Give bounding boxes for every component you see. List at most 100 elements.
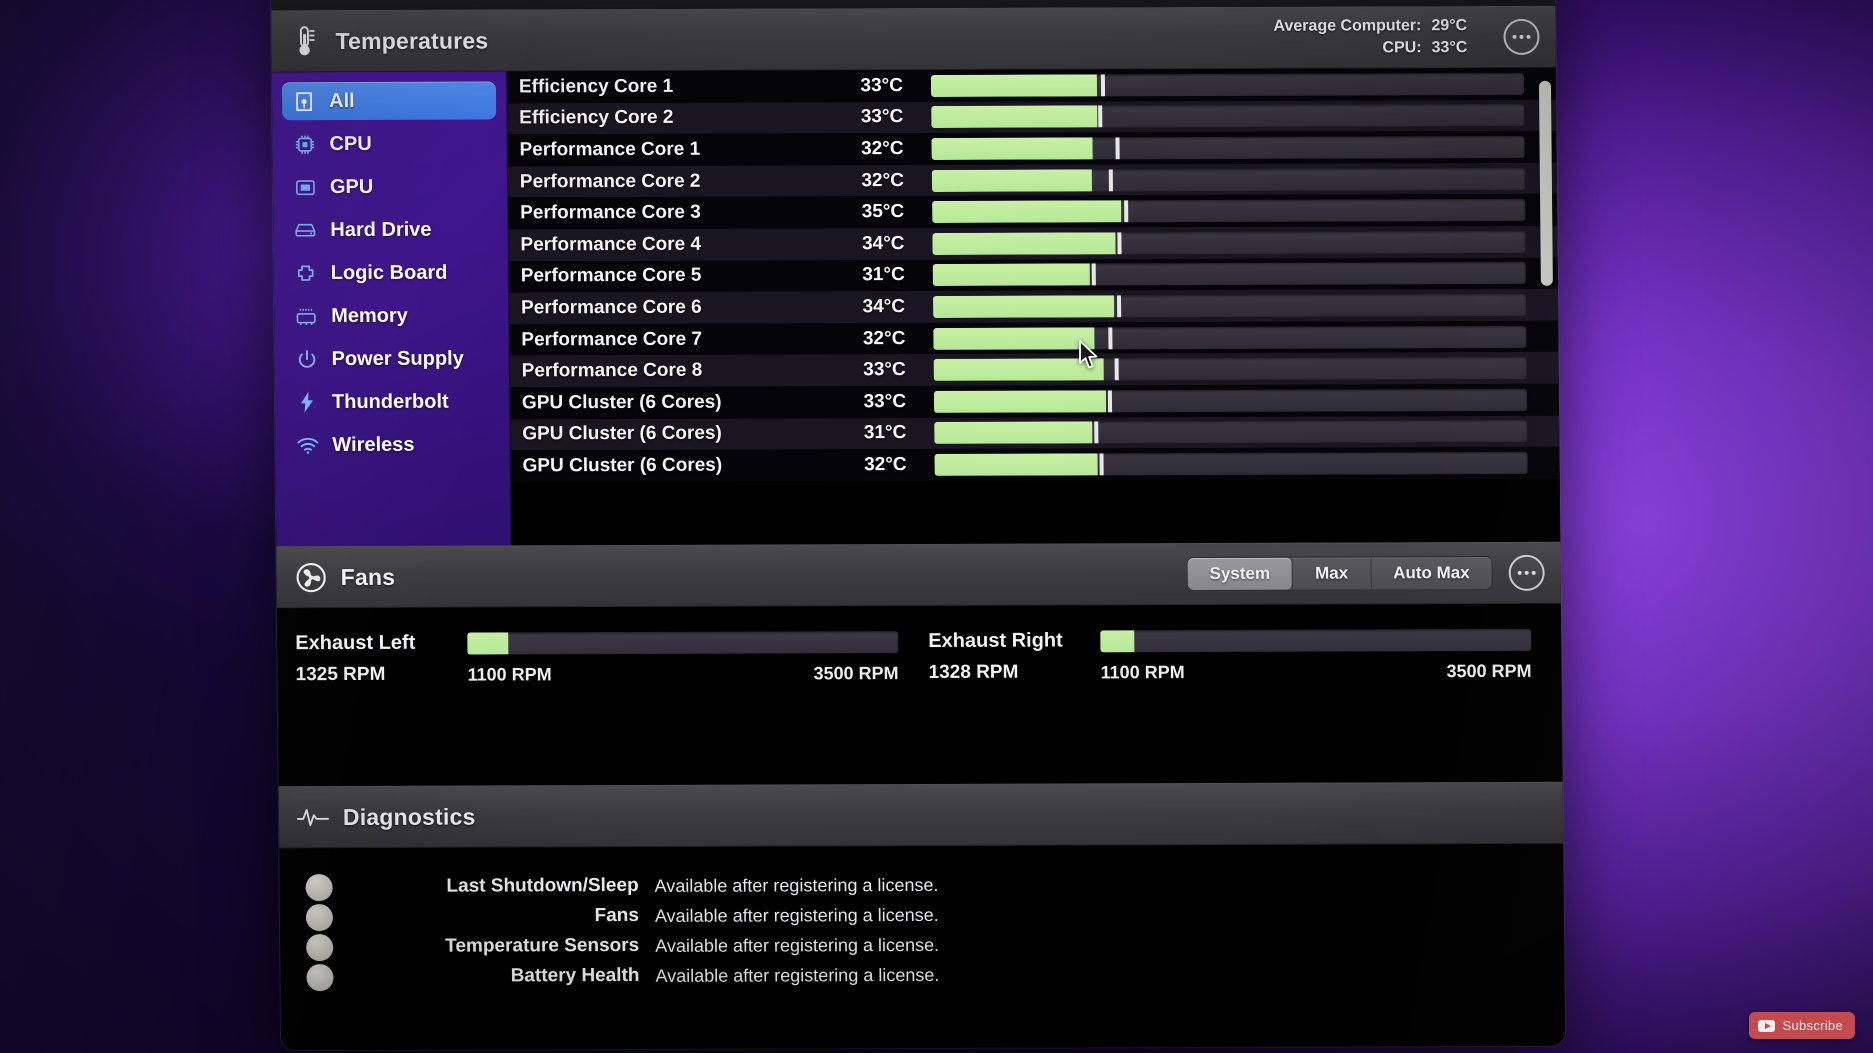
sensor-name: Performance Core 8	[521, 359, 703, 382]
sensor-bar-peak-tick	[1123, 200, 1128, 223]
sensor-temperature-bar	[934, 451, 1528, 476]
diagnostics-row: Temperature Sensors Available after regis…	[298, 928, 1544, 962]
fan-name: Exhaust Right	[928, 629, 1063, 652]
status-indicator-icon	[305, 873, 333, 901]
sensor-bar-fill	[932, 232, 1116, 255]
temperatures-more-options-button[interactable]	[1503, 18, 1540, 55]
sensor-row[interactable]: Performance Core 5 31°C	[508, 257, 1558, 293]
sidebar-item-thunderbolt[interactable]: Thunderbolt	[285, 382, 499, 421]
dot-icon	[1526, 34, 1531, 39]
sensor-temperature-value: 31°C	[863, 422, 907, 444]
average-computer-label: Average Computer:	[1273, 17, 1422, 36]
sensor-name: Performance Core 7	[521, 328, 703, 350]
sensor-row[interactable]: GPU Cluster (6 Cores) 31°C	[510, 415, 1560, 451]
sensor-bar-fill	[933, 390, 1107, 413]
fan-speed-bar[interactable]	[1100, 628, 1532, 652]
sensor-temperature-bar	[934, 420, 1528, 445]
sensor-bar-fill	[932, 295, 1115, 318]
sensor-temperature-value: 33°C	[860, 74, 904, 97]
fan-icon	[294, 560, 326, 594]
fan-mode-system[interactable]: System	[1187, 557, 1293, 591]
sensor-list[interactable]: Efficiency Core 1 33°C Efficiency Core 2 33…	[506, 67, 1561, 546]
sidebar-item-memory[interactable]: Memory	[284, 296, 498, 335]
sensor-row[interactable]: Performance Core 4 34°C	[508, 225, 1558, 261]
fan-speed-bar[interactable]	[467, 630, 899, 655]
sidebar-item-label: Wireless	[332, 433, 415, 456]
sensor-name: GPU Cluster (6 Cores)	[521, 391, 722, 414]
sidebar-item-all[interactable]: All	[281, 81, 497, 121]
gpu-chip-icon	[293, 175, 317, 199]
scrollbar-thumb[interactable]	[1538, 81, 1553, 287]
sidebar-item-power-supply[interactable]: Power Supply	[284, 339, 498, 378]
fan-block: Exhaust Right 1328 RPM 1100 RPM 3500 RPM	[928, 628, 1532, 784]
sensor-temperature-value: 34°C	[862, 296, 906, 318]
fan-block: Exhaust Left 1325 RPM 1100 RPM 3500 RPM	[295, 630, 899, 786]
sensor-row[interactable]: Efficiency Core 1 33°C	[506, 67, 1557, 104]
fans-header: Fans System Max Auto Max	[276, 541, 1561, 609]
sensor-row[interactable]: GPU Cluster (6 Cores) 32°C	[510, 446, 1560, 483]
sensor-row[interactable]: Performance Core 1 32°C	[507, 130, 1557, 167]
diagnostics-label: Battery Health	[510, 964, 640, 987]
sensor-row[interactable]: Performance Core 3 35°C	[508, 194, 1558, 230]
sensor-temperature-bar	[932, 293, 1527, 318]
sensor-row[interactable]: GPU Cluster (6 Cores) 33°C	[509, 383, 1560, 419]
sensor-row[interactable]: Performance Core 2 32°C	[507, 162, 1558, 198]
subscribe-overlay[interactable]: Subscribe	[1749, 1012, 1855, 1039]
sidebar-item-wireless[interactable]: Wireless	[285, 425, 499, 464]
average-computer-value: 29°C	[1431, 17, 1468, 35]
sensor-row[interactable]: Performance Core 6 34°C	[508, 288, 1559, 325]
sidebar-item-label: All	[328, 89, 355, 112]
sensor-bar-peak-tick	[1115, 358, 1120, 381]
sidebar-item-label: CPU	[329, 132, 372, 155]
sidebar-item-label: Memory	[331, 304, 408, 327]
sidebar-item-label: Hard Drive	[330, 218, 432, 241]
sensor-bar-peak-tick	[1108, 326, 1113, 349]
diagnostics-label: Last Shutdown/Sleep	[446, 874, 639, 897]
category-sidebar: All CPU GPU Hard Drive Logic Board Memory Powe…	[271, 71, 512, 547]
fan-bottom-row: 1328 RPM 1100 RPM 3500 RPM	[928, 660, 1531, 684]
sensor-name: Efficiency Core 2	[519, 107, 674, 129]
sensor-row[interactable]: Performance Core 8 33°C	[509, 352, 1559, 388]
sidebar-item-logic-board[interactable]: Logic Board	[284, 253, 498, 292]
sidebar-item-gpu[interactable]: GPU	[283, 167, 497, 206]
diagnostics-title: Diagnostics	[342, 803, 476, 830]
sensor-temperature-bar	[932, 199, 1526, 224]
sensor-bar-peak-tick	[1108, 390, 1113, 413]
diagnostics-header: Diagnostics	[278, 781, 1564, 849]
sensor-bar-peak-tick	[1098, 105, 1103, 128]
sensor-temperature-bar	[931, 104, 1525, 129]
sensor-bar-peak-tick	[1116, 295, 1122, 318]
fan-mode-max[interactable]: Max	[1291, 557, 1371, 590]
diagnostics-status: Available after registering a license.	[655, 934, 940, 956]
youtube-play-icon	[1758, 1019, 1776, 1032]
fan-min-rpm: 1100 RPM	[1100, 661, 1185, 682]
sensor-row[interactable]: Performance Core 7 32°C	[509, 320, 1559, 356]
fan-bar-fill	[1100, 629, 1135, 652]
sidebar-item-hard-drive[interactable]: Hard Drive	[283, 210, 497, 249]
sensor-temperature-value: 32°C	[864, 453, 907, 476]
cpu-temp-label: CPU:	[1382, 39, 1422, 57]
all-sensors-icon	[292, 89, 316, 113]
sensor-temperature-value: 33°C	[860, 106, 904, 128]
fan-top-row: Exhaust Right	[928, 628, 1532, 653]
fan-max-rpm: 3500 RPM	[813, 662, 899, 683]
sensor-bar-fill	[931, 137, 1093, 160]
sensor-bar-fill	[934, 453, 1098, 476]
sensor-temperature-value: 35°C	[861, 201, 905, 223]
fan-mode-segmented-control[interactable]: System Max Auto Max	[1186, 555, 1493, 592]
fan-bar-fill	[467, 631, 509, 655]
sensor-temperature-bar	[930, 72, 1525, 97]
sensor-bar-peak-tick	[1099, 453, 1105, 476]
fans-more-options-button[interactable]	[1508, 554, 1545, 591]
sensor-bar-fill	[933, 326, 1095, 350]
sensor-row[interactable]: Efficiency Core 2 33°C	[507, 99, 1557, 135]
sidebar-item-cpu[interactable]: CPU	[282, 124, 496, 163]
sensor-name: Performance Core 3	[520, 201, 701, 224]
fan-name: Exhaust Left	[295, 631, 416, 655]
sidebar-item-label: Logic Board	[330, 261, 448, 284]
sensor-bar-fill	[931, 105, 1098, 129]
sensor-bar-peak-tick	[1108, 168, 1113, 191]
fan-max-rpm: 3500 RPM	[1446, 660, 1532, 681]
sensor-name: Performance Core 6	[520, 296, 702, 319]
fan-mode-auto-max[interactable]: Auto Max	[1370, 556, 1492, 590]
